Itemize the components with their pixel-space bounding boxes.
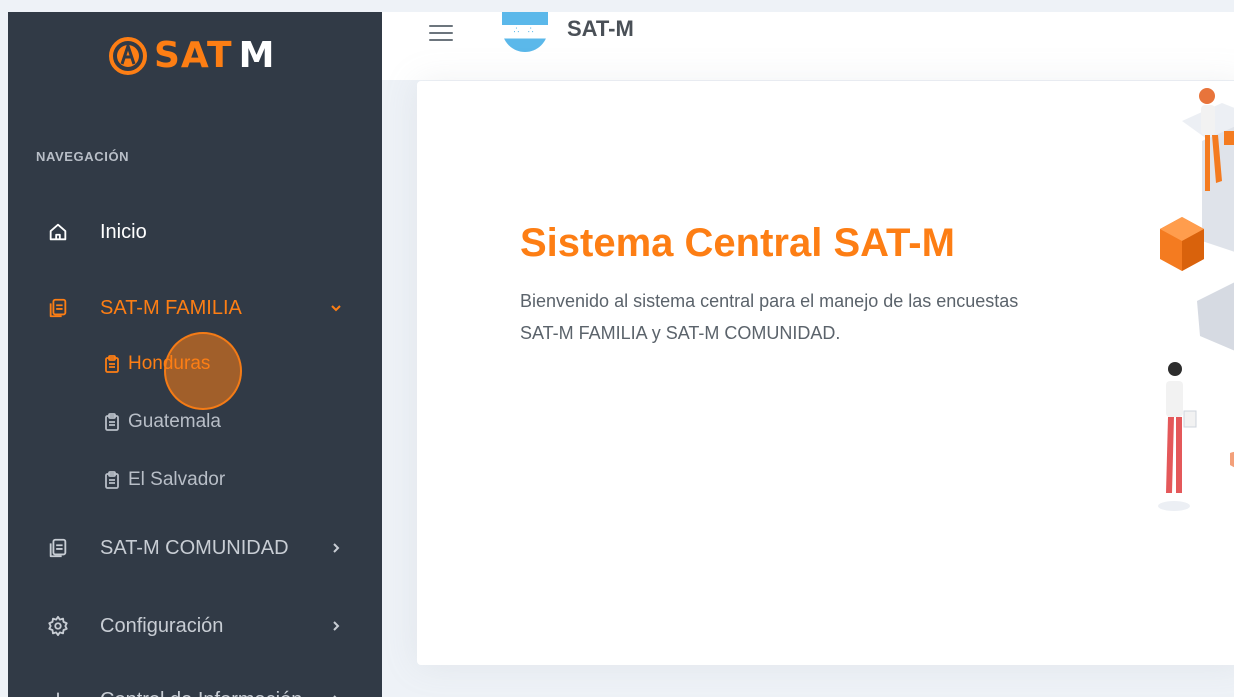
chevron-right-icon	[326, 616, 346, 636]
welcome-card: Sistema Central SAT-M Bienvenido al sist…	[417, 81, 1234, 665]
app-title: SAT-M	[567, 16, 634, 41]
chevron-right-icon	[326, 690, 346, 697]
brand-logo[interactable]: SAT M	[108, 34, 274, 78]
logo-suffix: M	[238, 35, 275, 76]
clipboard-icon	[104, 471, 120, 489]
sidebar-item-label: Control de Información	[100, 689, 302, 697]
flag-stars: ∴ ∴	[513, 25, 537, 35]
gear-icon	[46, 614, 70, 638]
hero-title: Sistema Central SAT-M	[520, 221, 955, 265]
submenu-item-el-salvador[interactable]: El Salvador	[104, 464, 225, 496]
hamburger-menu-icon[interactable]	[426, 22, 456, 44]
sidebar: SAT M NAVEGACIÓN Inicio SAT-M FAMILIA Ho…	[8, 12, 382, 697]
sidebar-item-satm-familia[interactable]: SAT-M FAMILIA	[8, 288, 382, 328]
hero-description: Bienvenido al sistema central para el ma…	[520, 291, 1019, 343]
sidebar-item-satm-comunidad[interactable]: SAT-M COMUNIDAD	[8, 528, 382, 568]
submenu-item-honduras[interactable]: Honduras	[104, 348, 210, 380]
sidebar-item-label: Inicio	[100, 220, 147, 243]
documents-icon	[46, 296, 70, 320]
sidebar-item-label: Configuración	[100, 614, 224, 637]
submenu-item-label: Honduras	[128, 353, 211, 374]
documents-icon	[46, 536, 70, 560]
logo-text: SAT	[154, 35, 233, 76]
sidebar-item-configuracion[interactable]: Configuración	[8, 606, 382, 646]
chevron-down-icon	[326, 298, 346, 318]
chart-icon	[46, 688, 70, 697]
topbar: ∴ ∴ SAT-M	[382, 12, 1234, 80]
submenu-item-label: El Salvador	[128, 469, 226, 490]
clipboard-icon	[104, 413, 120, 431]
honduras-flag-icon: ∴ ∴	[502, 12, 548, 52]
nav-section-title: NAVEGACIÓN	[36, 149, 130, 164]
home-icon	[46, 220, 70, 244]
sidebar-item-inicio[interactable]: Inicio	[8, 212, 382, 252]
submenu-item-label: Guatemala	[128, 411, 221, 432]
sidebar-item-label: SAT-M COMUNIDAD	[100, 536, 289, 559]
sidebar-item-label: SAT-M FAMILIA	[100, 296, 242, 319]
sidebar-item-control-informacion[interactable]: Control de Información	[8, 680, 382, 697]
submenu-item-guatemala[interactable]: Guatemala	[104, 406, 221, 438]
chevron-right-icon	[326, 538, 346, 558]
logo-mark-icon	[109, 37, 147, 75]
clipboard-icon	[104, 355, 120, 373]
people-illustration	[1158, 88, 1234, 511]
